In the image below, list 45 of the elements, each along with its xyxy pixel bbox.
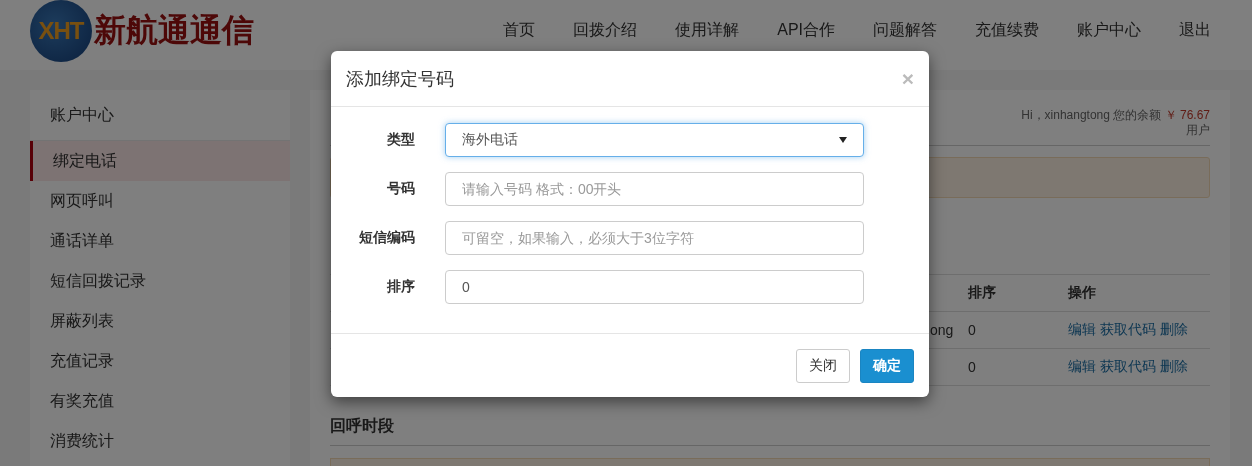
nav-link[interactable]: API合作 <box>758 19 854 41</box>
action-link[interactable]: 编辑 <box>1068 358 1096 376</box>
action-link[interactable]: 获取代码 <box>1100 321 1156 339</box>
sidebar-item[interactable]: 消费统计 <box>30 421 290 461</box>
sidebar-item[interactable]: 通话详单 <box>30 221 290 261</box>
table-cell-text: 0 <box>967 359 977 375</box>
balance-amount: ￥ 76.67 <box>1164 108 1210 122</box>
action-link[interactable]: 获取代码 <box>1100 358 1156 376</box>
nav-link[interactable]: 账户中心 <box>1058 19 1160 41</box>
input-field[interactable]: 可留空，如果输入，必须大于3位字符 <box>445 221 864 255</box>
action-link[interactable]: 删除 <box>1160 321 1188 339</box>
field-label: 排序 <box>386 278 415 296</box>
table-cell-text: ong <box>930 322 955 338</box>
caret-icon <box>839 137 847 143</box>
input-field[interactable]: 0 <box>445 270 864 304</box>
dialog-title: 添加绑定号码 <box>346 67 454 91</box>
column-header: 操作 <box>1067 284 1097 302</box>
input-field[interactable]: 请输入号码 格式：00开头 <box>445 172 864 206</box>
field-label: 类型 <box>386 131 415 149</box>
sidebar-item[interactable]: 充值记录 <box>30 341 290 381</box>
field-label: 短信编码 <box>358 229 415 247</box>
logo-text: 新航通通信 <box>94 11 254 50</box>
nav-link[interactable]: 充值续费 <box>956 19 1058 41</box>
user-role: 用户 <box>1186 123 1210 137</box>
logo-icon: XHT <box>30 0 92 62</box>
confirm-button[interactable]: 确定 <box>860 349 914 383</box>
nav-link[interactable]: 使用详解 <box>656 19 759 41</box>
action-link[interactable]: 删除 <box>1160 358 1188 376</box>
sidebar-item[interactable]: 网页呼叫 <box>30 181 290 221</box>
sidebar-item[interactable]: 有奖充值 <box>30 381 290 421</box>
cancel-button[interactable]: 关闭 <box>796 349 850 383</box>
sidebar-item[interactable]: 短信回拨记录 <box>30 261 290 301</box>
table-cell-text: 0 <box>967 322 977 338</box>
column-header: 排序 <box>967 284 997 302</box>
nav-link[interactable]: 退出 <box>1160 19 1230 41</box>
nav-link[interactable]: 回拨介绍 <box>554 19 657 41</box>
sidebar-item[interactable]: 绑定电话 <box>30 141 290 181</box>
field-label: 号码 <box>386 180 415 198</box>
type-select[interactable]: 海外电话 <box>445 123 864 157</box>
greeting-text: Hi，xinhangtong 您的余额 <box>1021 108 1162 122</box>
nav-link[interactable]: 问题解答 <box>854 19 956 41</box>
action-link[interactable]: 编辑 <box>1068 321 1096 339</box>
sidebar-item[interactable]: 屏蔽列表 <box>30 301 290 341</box>
section-title: 回呼时段 <box>330 416 1210 446</box>
nav-link[interactable]: 首页 <box>484 19 555 41</box>
